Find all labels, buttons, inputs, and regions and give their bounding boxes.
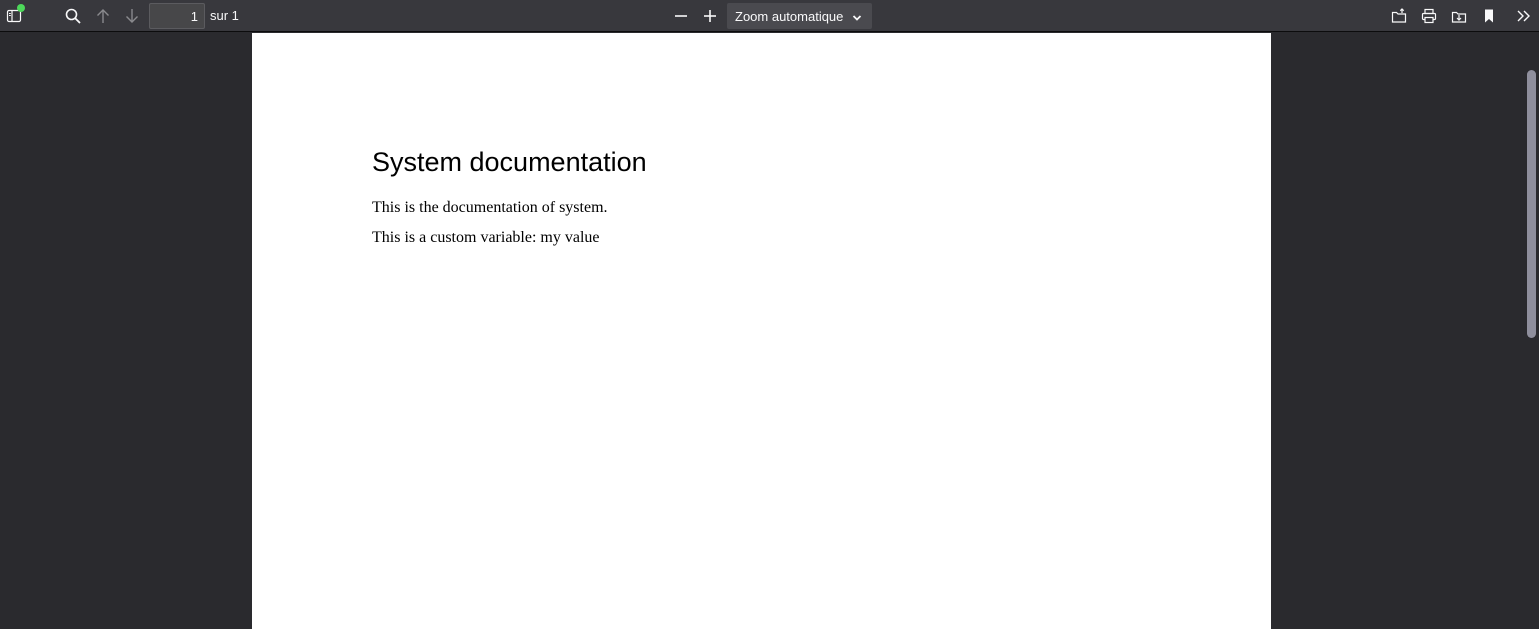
document-paragraph: This is the documentation of system. [372, 199, 608, 216]
page-count-label: sur 1 [210, 8, 239, 23]
document-paragraph: This is a custom variable: my value [372, 229, 600, 246]
double-chevron-right-icon [1516, 8, 1532, 24]
document-title: System documentation [372, 147, 647, 177]
minus-icon [673, 8, 689, 24]
next-page-button[interactable] [119, 3, 145, 29]
bookmark-button[interactable] [1476, 3, 1502, 29]
search-icon [64, 7, 82, 25]
plus-icon [702, 8, 718, 24]
zoom-select-label: Zoom automatique [735, 8, 844, 24]
open-file-icon [1391, 8, 1407, 24]
previous-page-button[interactable] [90, 3, 116, 29]
zoom-select[interactable]: Zoom automatique [727, 3, 872, 29]
page-number-input[interactable] [149, 3, 205, 29]
find-button[interactable] [60, 3, 86, 29]
download-icon [1451, 8, 1467, 24]
tools-button[interactable] [1511, 3, 1537, 29]
vertical-scrollbar[interactable] [1527, 70, 1536, 338]
notification-dot [17, 4, 25, 12]
zoom-in-button[interactable] [697, 3, 723, 29]
download-button[interactable] [1446, 3, 1472, 29]
print-button[interactable] [1416, 3, 1442, 29]
pdf-toolbar: sur 1 Zoom automatique [0, 0, 1539, 32]
bookmark-icon [1481, 8, 1497, 24]
chevron-down-icon [852, 11, 862, 26]
zoom-out-button[interactable] [668, 3, 694, 29]
open-file-button[interactable] [1386, 3, 1412, 29]
arrow-down-icon [124, 8, 140, 24]
document-viewer[interactable]: System documentation This is the documen… [0, 33, 1539, 629]
print-icon [1421, 8, 1437, 24]
arrow-up-icon [95, 8, 111, 24]
pdf-page: System documentation This is the documen… [252, 33, 1271, 629]
